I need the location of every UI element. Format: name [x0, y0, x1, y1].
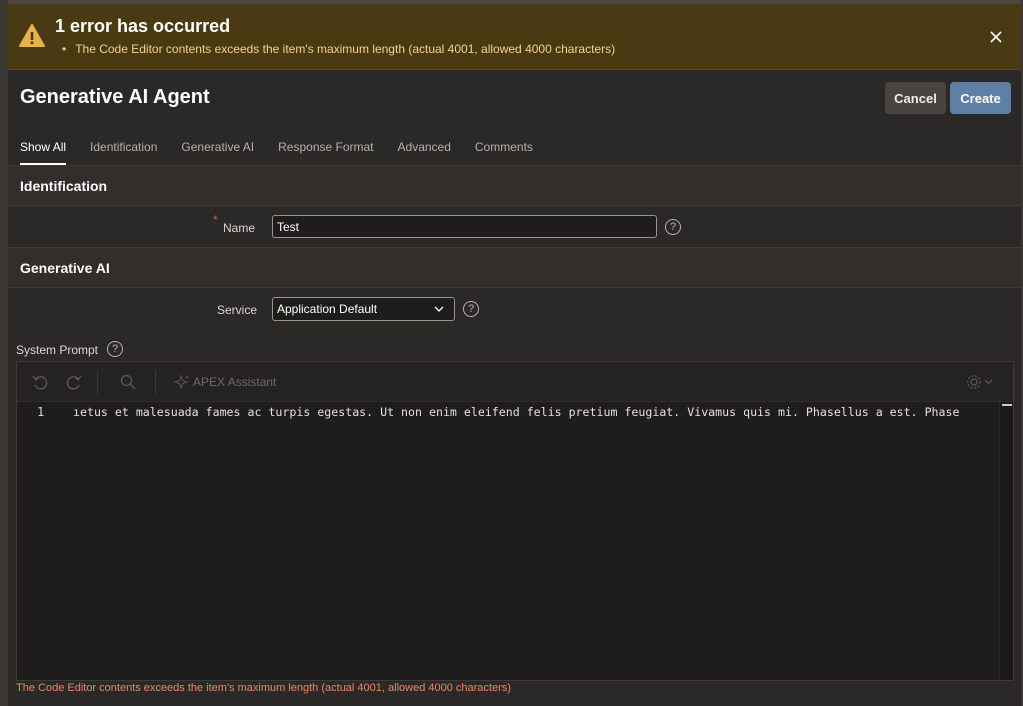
alert-title: 1 error has occurred: [55, 16, 231, 36]
required-marker: *: [213, 213, 218, 227]
search-icon[interactable]: [119, 373, 137, 391]
chevron-down-icon: [434, 306, 444, 312]
inline-error-message: The Code Editor contents exceeds the ite…: [16, 682, 511, 694]
line-number: 1: [37, 405, 45, 419]
tab-generative-ai[interactable]: Generative AI: [181, 138, 254, 165]
toolbar-divider: [97, 370, 98, 394]
tab-comments[interactable]: Comments: [475, 138, 533, 165]
alert-message: The Code Editor contents exceeds the ite…: [62, 42, 615, 56]
service-select[interactable]: Application Default: [272, 297, 455, 321]
window-left-border: [0, 0, 8, 706]
apex-assistant-button[interactable]: APEX Assistant: [193, 375, 276, 389]
code-editor[interactable]: APEX Assistant 1 ıetus et malesuada fame…: [16, 361, 1014, 681]
toolbar-divider: [155, 370, 156, 394]
service-select-value: Application Default: [277, 302, 378, 316]
sparkle-icon: [173, 374, 189, 390]
dialog-page: 1 error has occurred The Code Editor con…: [8, 4, 1021, 706]
cancel-button[interactable]: Cancel: [885, 82, 946, 114]
redo-icon[interactable]: [65, 373, 83, 391]
code-line[interactable]: ıetus et malesuada fames ac turpis egest…: [73, 405, 993, 419]
name-label: Name: [223, 221, 256, 235]
settings-gear-icon[interactable]: [965, 373, 995, 391]
scrollbar-thumb[interactable]: [1002, 404, 1012, 406]
tab-response-format[interactable]: Response Format: [278, 138, 373, 165]
service-label: Service: [217, 303, 258, 317]
create-button[interactable]: Create: [950, 82, 1011, 114]
section-title: Identification: [20, 178, 108, 194]
close-icon[interactable]: [987, 28, 1005, 46]
service-help-icon[interactable]: ?: [463, 301, 479, 317]
warning-icon: [19, 24, 45, 47]
tab-bar: Show All Identification Generative AI Re…: [20, 138, 557, 168]
system-prompt-label: System Prompt: [16, 343, 99, 357]
tab-advanced[interactable]: Advanced: [398, 138, 451, 165]
name-input[interactable]: [272, 215, 657, 238]
tab-show-all[interactable]: Show All: [20, 138, 67, 165]
tab-identification[interactable]: Identification: [90, 138, 157, 165]
generative-ai-section-header: Generative AI: [8, 247, 1021, 288]
editor-toolbar: APEX Assistant: [17, 362, 1013, 402]
undo-icon[interactable]: [31, 373, 49, 391]
error-alert: 1 error has occurred The Code Editor con…: [8, 4, 1021, 70]
editor-scrollbar[interactable]: [999, 402, 1013, 680]
section-title: Generative AI: [20, 260, 110, 276]
identification-section-header: Identification: [8, 165, 1021, 206]
system-prompt-help-icon[interactable]: ?: [107, 341, 123, 357]
name-help-icon[interactable]: ?: [665, 219, 681, 235]
page-title: Generative AI Agent: [20, 86, 210, 108]
